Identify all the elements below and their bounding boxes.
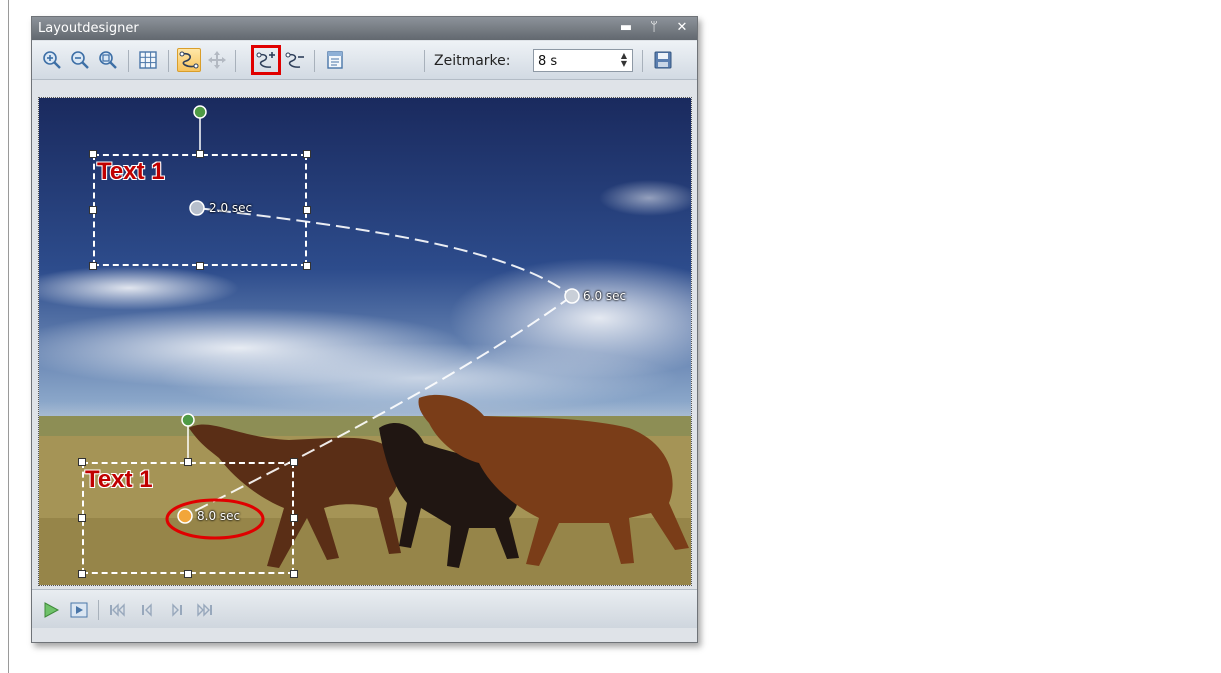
resize-handle[interactable] — [290, 514, 298, 522]
add-keyframe-icon[interactable] — [251, 45, 281, 75]
resize-handle[interactable] — [196, 262, 204, 270]
play-icon[interactable] — [40, 599, 62, 621]
toolbar-separator — [642, 50, 643, 72]
resize-handle[interactable] — [89, 262, 97, 270]
skip-to-start-icon[interactable] — [106, 599, 128, 621]
next-icon[interactable] — [166, 599, 188, 621]
text-object[interactable]: Text 1 — [97, 158, 165, 186]
resize-handle[interactable] — [196, 150, 204, 158]
zoom-fit-icon[interactable] — [96, 48, 120, 72]
keyframe-label: 6.0 sec — [583, 289, 627, 303]
grid-icon[interactable] — [136, 48, 160, 72]
resize-handle[interactable] — [303, 206, 311, 214]
resize-handle[interactable] — [89, 150, 97, 158]
spin-buttons[interactable]: ▲ ▼ — [618, 52, 630, 69]
rotation-handle[interactable] — [193, 105, 207, 119]
rotation-handle[interactable] — [181, 413, 195, 427]
minimize-icon[interactable]: ▬ — [619, 20, 633, 35]
window-title: Layoutdesigner — [38, 21, 139, 36]
toolbar-separator — [424, 50, 425, 72]
zeitmarke-input[interactable]: 8 s ▲ ▼ — [533, 49, 633, 72]
pin-icon[interactable]: ᛘ — [647, 20, 661, 35]
close-icon[interactable]: ✕ — [675, 20, 689, 35]
keyframe-label: 8.0 sec — [197, 509, 241, 523]
resize-handle[interactable] — [303, 262, 311, 270]
page-left-rule — [8, 0, 9, 673]
resize-handle[interactable] — [303, 150, 311, 158]
resize-handle[interactable] — [78, 458, 86, 466]
resize-handle[interactable] — [78, 514, 86, 522]
toolbar-separator — [314, 50, 315, 72]
zeitmarke-value: 8 s — [538, 54, 558, 69]
playback-bar — [32, 589, 697, 628]
playback-separator — [98, 600, 99, 620]
toolbar-separator — [168, 50, 169, 72]
motion-path-icon[interactable] — [177, 48, 201, 72]
resize-handle[interactable] — [78, 570, 86, 578]
resize-handle[interactable] — [89, 206, 97, 214]
skip-to-end-icon[interactable] — [194, 599, 216, 621]
resize-handle[interactable] — [290, 570, 298, 578]
save-icon[interactable] — [651, 48, 675, 72]
layoutdesigner-window: Layoutdesigner ▬ ᛘ ✕ Zeitmarke: 8 s ▲ ▼ … — [31, 16, 698, 643]
resize-handle[interactable] — [184, 458, 192, 466]
toolbar-separator — [235, 50, 236, 72]
move-icon[interactable] — [205, 48, 229, 72]
preview-icon[interactable] — [68, 599, 90, 621]
previous-icon[interactable] — [136, 599, 158, 621]
zeitmarke-label: Zeitmarke: — [434, 53, 511, 69]
text-object[interactable]: Text 1 — [85, 466, 153, 494]
layout-canvas[interactable]: Text 1 2.0 sec 6.0 sec Text 1 8.0 sec — [38, 97, 692, 586]
toolbar-separator — [128, 50, 129, 72]
resize-handle[interactable] — [184, 570, 192, 578]
resize-handle[interactable] — [290, 458, 298, 466]
toolbar: Zeitmarke: 8 s ▲ ▼ — [32, 41, 697, 80]
remove-keyframe-icon[interactable] — [283, 48, 307, 72]
keyframe-label: 2.0 sec — [209, 201, 253, 215]
title-bar[interactable]: Layoutdesigner ▬ ᛘ ✕ — [32, 17, 697, 40]
zoom-in-icon[interactable] — [40, 48, 64, 72]
properties-icon[interactable] — [323, 48, 347, 72]
keyframe-point[interactable] — [564, 288, 580, 304]
zoom-out-icon[interactable] — [68, 48, 92, 72]
